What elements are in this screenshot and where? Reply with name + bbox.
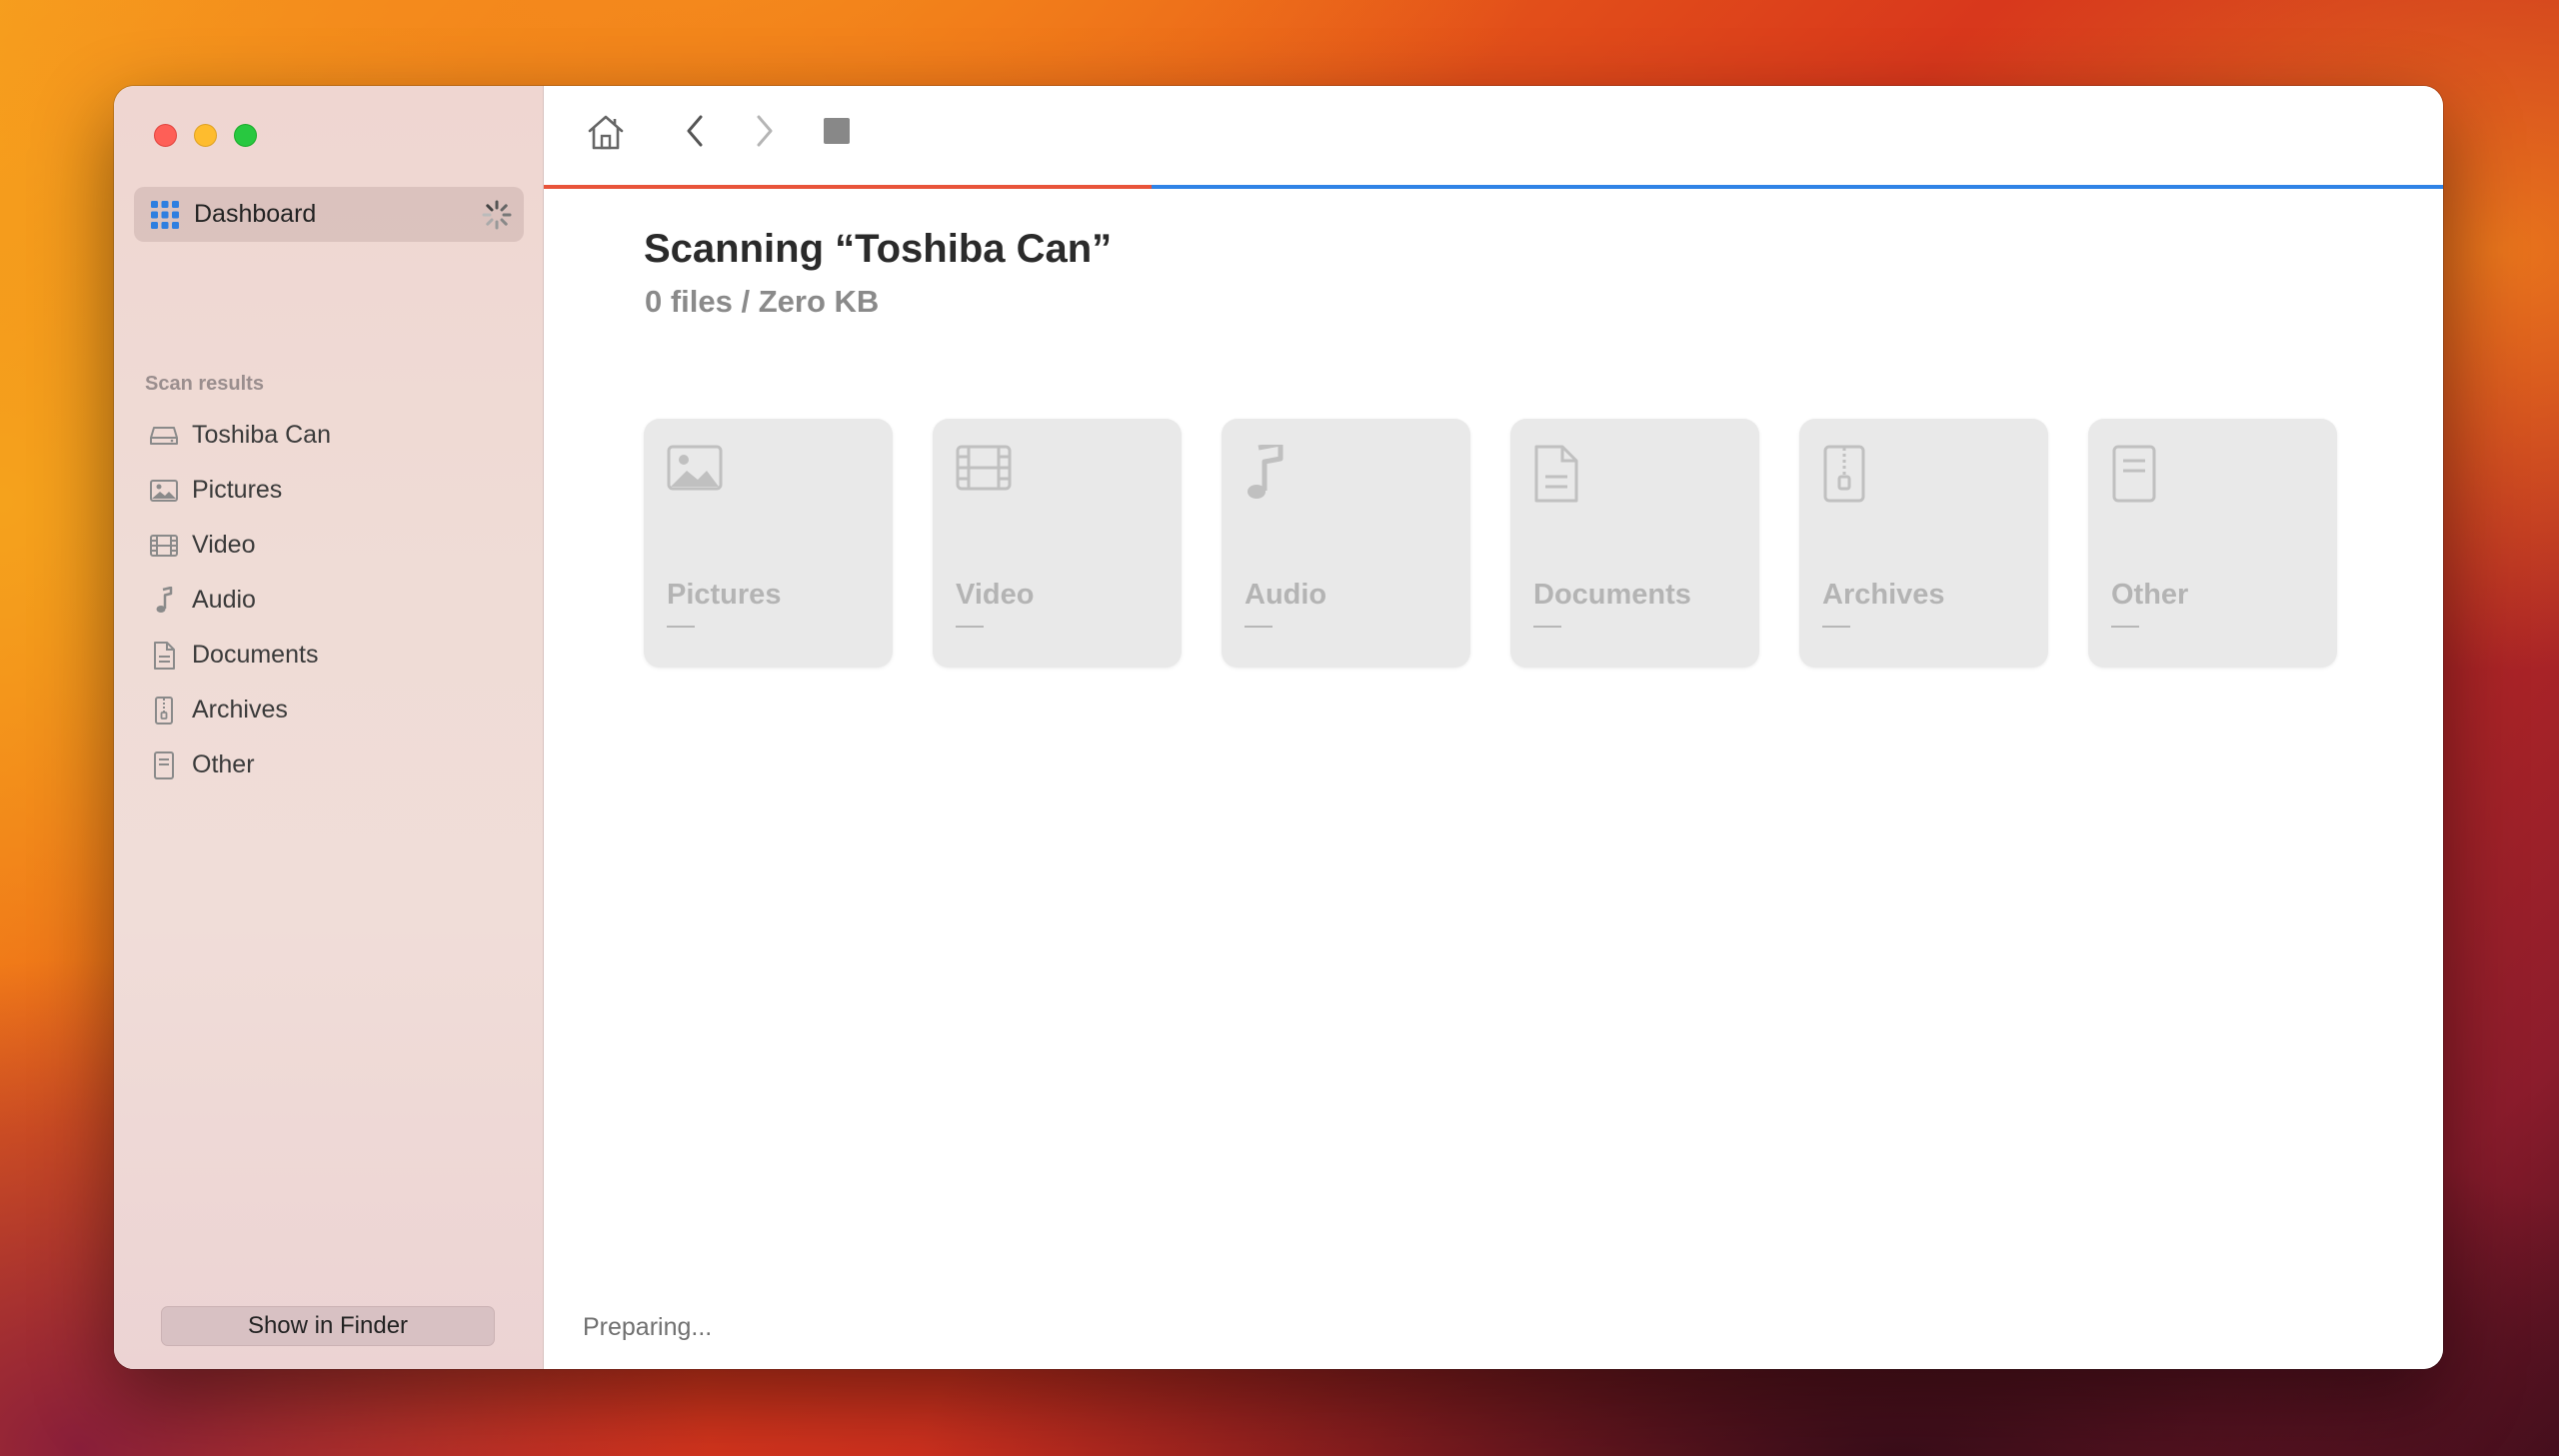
sidebar-item-documents[interactable]: Documents bbox=[149, 628, 519, 683]
music-note-icon bbox=[156, 586, 173, 613]
card-audio[interactable]: Audio — bbox=[1222, 419, 1470, 668]
show-in-finder-button[interactable]: Show in Finder bbox=[161, 1306, 495, 1346]
card-value: — bbox=[667, 609, 695, 640]
sidebar-item-label: Documents bbox=[192, 641, 319, 669]
sidebar-item-label: Other bbox=[192, 750, 255, 778]
card-pictures[interactable]: Pictures — bbox=[644, 419, 893, 668]
minimize-window-button[interactable] bbox=[194, 124, 217, 147]
scan-progress-bar bbox=[544, 185, 2443, 189]
photo-icon bbox=[150, 479, 178, 502]
document-icon bbox=[154, 641, 175, 670]
card-value: — bbox=[956, 609, 984, 640]
drive-icon bbox=[150, 426, 178, 445]
sidebar-item-dashboard[interactable]: Dashboard bbox=[134, 187, 524, 242]
sidebar-item-label: Video bbox=[192, 531, 256, 559]
other-doc-icon bbox=[154, 750, 174, 779]
card-other[interactable]: Other — bbox=[2088, 419, 2337, 668]
sidebar-item-label: Archives bbox=[192, 696, 288, 724]
status-text: Preparing... bbox=[583, 1313, 713, 1341]
card-title: Pictures bbox=[667, 579, 782, 611]
card-value: — bbox=[2111, 609, 2139, 640]
category-cards: Pictures — Video — Audio — Documents — A… bbox=[644, 419, 2337, 668]
main-pane: Scanning “Toshiba Can” 0 files / Zero KB… bbox=[544, 86, 2443, 1369]
scan-progress-fill bbox=[544, 185, 1152, 189]
window-controls bbox=[154, 124, 257, 147]
card-title: Video bbox=[956, 579, 1035, 611]
sidebar-item-label: Toshiba Can bbox=[192, 421, 331, 449]
sidebar-item-audio[interactable]: Audio bbox=[149, 573, 519, 628]
card-title: Other bbox=[2111, 579, 2189, 611]
page-title: Scanning “Toshiba Can” bbox=[644, 227, 1113, 271]
sidebar-item-pictures[interactable]: Pictures bbox=[149, 463, 519, 518]
sidebar-item-other[interactable]: Other bbox=[149, 737, 519, 792]
film-icon bbox=[956, 445, 1012, 491]
spinner-icon bbox=[482, 200, 512, 230]
toolbar bbox=[544, 86, 2443, 186]
sidebar-item-archives[interactable]: Archives bbox=[149, 683, 519, 737]
other-doc-icon bbox=[2112, 445, 2156, 503]
home-button[interactable] bbox=[586, 113, 626, 151]
card-value: — bbox=[1822, 609, 1850, 640]
stop-icon bbox=[824, 118, 850, 144]
forward-button[interactable] bbox=[754, 113, 776, 149]
card-value: — bbox=[1245, 609, 1273, 640]
film-icon bbox=[150, 534, 178, 557]
card-title: Archives bbox=[1822, 579, 1945, 611]
sidebar: Dashboard Scan results Toshiba Can Pictu… bbox=[114, 86, 544, 1369]
card-value: — bbox=[1533, 609, 1561, 640]
card-video[interactable]: Video — bbox=[933, 419, 1182, 668]
card-title: Audio bbox=[1245, 579, 1327, 611]
sidebar-item-label: Dashboard bbox=[194, 200, 317, 228]
home-icon bbox=[588, 115, 624, 150]
chevron-right-icon bbox=[757, 115, 773, 147]
photo-icon bbox=[667, 445, 723, 491]
archive-icon bbox=[155, 696, 173, 725]
document-icon bbox=[1534, 445, 1578, 503]
back-button[interactable] bbox=[684, 113, 706, 149]
grid-icon bbox=[151, 200, 179, 229]
app-window: Dashboard Scan results Toshiba Can Pictu… bbox=[114, 86, 2443, 1369]
scan-results-list: Toshiba Can Pictures Video Audio Documen… bbox=[149, 408, 519, 792]
sidebar-item-toshiba-can[interactable]: Toshiba Can bbox=[149, 408, 519, 463]
stop-button[interactable] bbox=[822, 113, 852, 149]
sidebar-item-label: Pictures bbox=[192, 476, 283, 504]
scan-summary: 0 files / Zero KB bbox=[645, 284, 880, 319]
card-title: Documents bbox=[1533, 579, 1691, 611]
archive-icon bbox=[1823, 445, 1865, 503]
card-archives[interactable]: Archives — bbox=[1799, 419, 2048, 668]
sidebar-item-label: Audio bbox=[192, 586, 256, 614]
card-documents[interactable]: Documents — bbox=[1510, 419, 1759, 668]
zoom-window-button[interactable] bbox=[234, 124, 257, 147]
sidebar-item-video[interactable]: Video bbox=[149, 518, 519, 573]
scan-results-heading: Scan results bbox=[145, 373, 264, 395]
close-window-button[interactable] bbox=[154, 124, 177, 147]
music-note-icon bbox=[1248, 445, 1283, 499]
chevron-left-icon bbox=[687, 115, 703, 147]
